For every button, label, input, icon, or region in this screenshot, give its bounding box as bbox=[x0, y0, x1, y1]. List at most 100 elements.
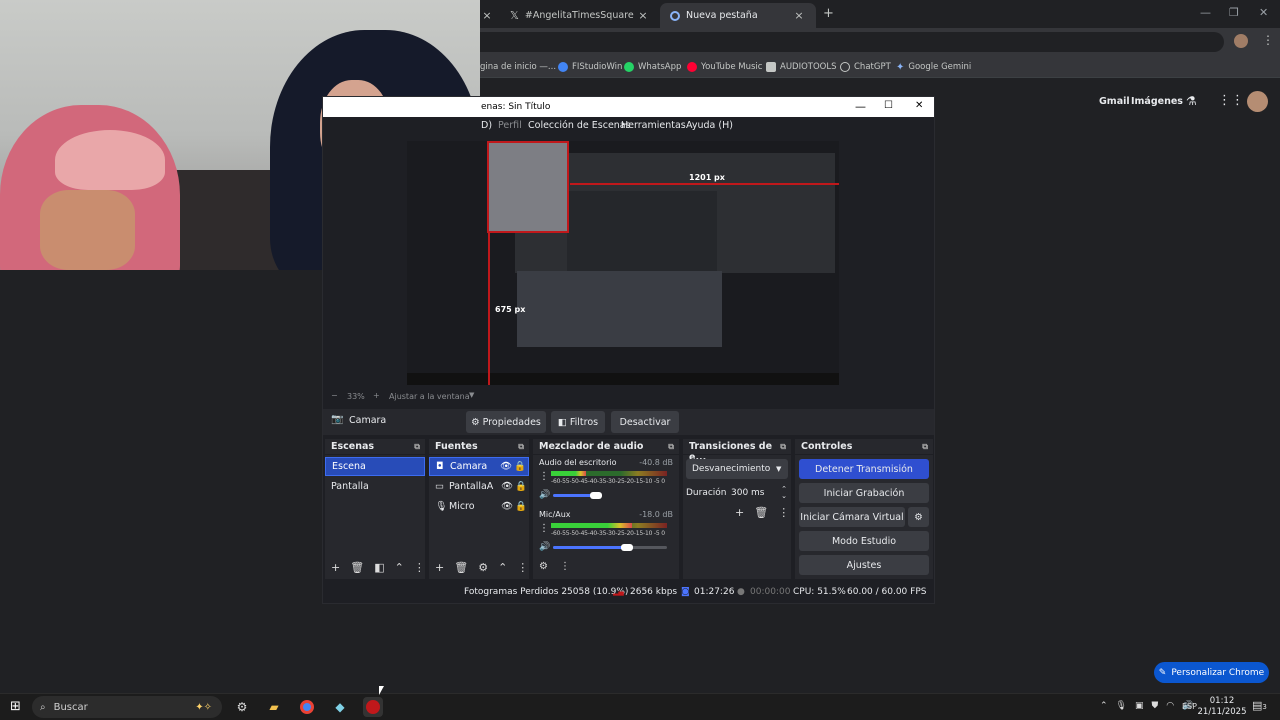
images-link[interactable]: Imágenes bbox=[1131, 96, 1183, 107]
preview-canvas[interactable]: 1201 px 675 px bbox=[407, 141, 839, 385]
notifications-icon[interactable]: ▤3 bbox=[1252, 699, 1267, 712]
trash-icon[interactable]: 🗑 bbox=[454, 561, 468, 574]
vpn-icon[interactable]: ⛊ bbox=[1152, 701, 1159, 711]
transition-select[interactable]: Desvanecimiento ▼ bbox=[686, 459, 788, 479]
add-icon[interactable]: + bbox=[435, 561, 444, 574]
bookmark-inicio[interactable]: gina de inicio —... bbox=[480, 60, 556, 74]
popout-icon[interactable]: ⧉ bbox=[780, 442, 786, 452]
windows-start-icon[interactable]: ⊞ bbox=[10, 699, 21, 714]
speaker-icon[interactable]: 🔊 bbox=[539, 490, 550, 500]
more-icon[interactable]: ⋮ bbox=[539, 471, 549, 482]
lock-icon[interactable]: 🔒 bbox=[515, 501, 529, 512]
obs-maximize-button[interactable]: ☐ bbox=[884, 100, 893, 111]
chevron-up-icon[interactable]: ⌃ bbox=[1100, 701, 1108, 711]
camera-source-thumb[interactable] bbox=[487, 141, 569, 233]
add-icon[interactable]: + bbox=[735, 506, 744, 519]
spinner-icon[interactable]: ⌃ ⌄ bbox=[781, 486, 787, 500]
tab-close-button[interactable]: × bbox=[480, 3, 494, 28]
microphone-icon[interactable]: 🎙 bbox=[1116, 701, 1127, 711]
wifi-icon[interactable]: ◠ bbox=[1166, 701, 1174, 711]
apps-grid-icon[interactable]: ⋮⋮ bbox=[1218, 93, 1244, 108]
popout-icon[interactable]: ⧉ bbox=[414, 442, 420, 452]
virtual-camera-settings-button[interactable]: ⚙ bbox=[908, 507, 929, 527]
chevron-up-icon[interactable]: ⌃ bbox=[498, 561, 507, 574]
settings-button[interactable]: Ajustes bbox=[799, 555, 929, 575]
bookmark-youtube-music[interactable]: YouTube Music bbox=[687, 60, 762, 74]
volume-slider-knob[interactable] bbox=[621, 544, 634, 551]
studio-mode-button[interactable]: Modo Estudio bbox=[799, 531, 929, 551]
zoom-in-button[interactable]: + bbox=[373, 391, 380, 400]
eye-icon[interactable]: 👁 bbox=[501, 481, 515, 492]
bookmark-whatsapp[interactable]: WhatsApp bbox=[624, 60, 681, 74]
bookmark-chatgpt[interactable]: ChatGPT bbox=[840, 60, 891, 74]
filters-button[interactable]: ◧ Filtros bbox=[551, 411, 605, 433]
speaker-icon[interactable]: 🔊 bbox=[539, 542, 550, 552]
more-icon[interactable]: ⋮ bbox=[517, 561, 528, 574]
fit-window-button[interactable]: Ajustar a la ventana bbox=[389, 392, 470, 401]
menu-item-herramientas[interactable]: Herramientas bbox=[621, 120, 686, 131]
menu-item-ayuda[interactable]: Ayuda (H) bbox=[686, 120, 733, 131]
taskbar-clock[interactable]: 01:12 21/11/2025 bbox=[1196, 696, 1248, 718]
minimize-button[interactable]: — bbox=[1200, 6, 1211, 19]
chevron-up-icon[interactable]: ⌃ bbox=[395, 561, 404, 574]
virtual-camera-button[interactable]: Iniciar Cámara Virtual bbox=[799, 507, 905, 527]
obs-app-icon[interactable] bbox=[363, 697, 383, 717]
menu-item-perfil[interactable]: Perfil bbox=[498, 120, 522, 131]
volume-slider-knob[interactable] bbox=[590, 492, 603, 499]
labs-icon[interactable]: ⚗ bbox=[1186, 94, 1197, 108]
menu-item-coleccion[interactable]: Colección de Escenas bbox=[528, 120, 631, 131]
start-recording-button[interactable]: Iniciar Grabación bbox=[799, 483, 929, 503]
more-icon[interactable]: ⋮ bbox=[539, 523, 549, 534]
new-tab-button[interactable]: + bbox=[823, 6, 834, 21]
close-icon[interactable]: × bbox=[636, 9, 650, 22]
advanced-audio-icon[interactable]: ⚙ bbox=[539, 561, 548, 572]
popout-icon[interactable]: ⧉ bbox=[518, 442, 524, 452]
duration-input[interactable]: 300 ms ⌃ ⌄ bbox=[727, 484, 787, 502]
stop-stream-button[interactable]: Detener Transmisión bbox=[799, 459, 929, 479]
more-icon[interactable]: ⋮ bbox=[778, 506, 789, 519]
chrome-app-icon[interactable] bbox=[297, 697, 317, 717]
obs-close-button[interactable]: ✕ bbox=[915, 100, 923, 111]
close-window-button[interactable]: ✕ bbox=[1259, 6, 1268, 19]
app-icon[interactable]: ◆ bbox=[330, 697, 350, 717]
deactivate-button[interactable]: Desactivar bbox=[611, 411, 679, 433]
bookmark-audiotools[interactable]: AUDIOTOOLS bbox=[766, 60, 836, 74]
account-avatar[interactable] bbox=[1247, 91, 1268, 112]
eye-icon[interactable]: 👁 bbox=[501, 501, 515, 512]
gmail-link[interactable]: Gmail bbox=[1099, 96, 1130, 107]
tab-angelita-search[interactable]: 𝕏 #AngelitaTimesSquare - Buscar × bbox=[500, 3, 660, 28]
eye-icon[interactable]: 👁 bbox=[500, 461, 514, 472]
popout-icon[interactable]: ⧉ bbox=[922, 442, 928, 452]
source-item-pantalla[interactable]: ▭ PantallaA 👁 🔒 bbox=[429, 477, 529, 496]
zoom-out-button[interactable]: − bbox=[331, 391, 338, 400]
source-item-micro[interactable]: 🎙 Micro 👁 🔒 bbox=[429, 497, 529, 516]
lock-icon[interactable]: 🔒 bbox=[515, 481, 529, 492]
tab-new-tab[interactable]: Nueva pestaña × bbox=[660, 3, 816, 28]
more-icon[interactable]: ⋮ bbox=[414, 561, 425, 574]
add-icon[interactable]: + bbox=[331, 561, 340, 574]
popout-icon[interactable]: ⧉ bbox=[668, 442, 674, 452]
chrome-menu-icon[interactable]: ⋮ bbox=[1262, 33, 1274, 47]
source-item-camara[interactable]: ◘ Camara 👁 🔒 bbox=[429, 457, 529, 476]
trash-icon[interactable]: 🗑 bbox=[754, 506, 768, 519]
profile-avatar[interactable] bbox=[1234, 34, 1248, 48]
bookmark-gemini[interactable]: ✦ Google Gemini bbox=[896, 60, 971, 74]
language-indicator[interactable]: ESP bbox=[1182, 702, 1197, 711]
settings-app-icon[interactable]: ⚙ bbox=[232, 697, 252, 717]
scene-item-escena[interactable]: Escena bbox=[325, 457, 425, 476]
lock-icon[interactable]: 🔒 bbox=[514, 461, 528, 472]
scene-item-pantalla[interactable]: Pantalla bbox=[325, 477, 425, 496]
personalize-chrome-button[interactable]: ✎ Personalizar Chrome bbox=[1154, 662, 1269, 683]
more-icon[interactable]: ⋮ bbox=[560, 561, 570, 572]
taskbar-search[interactable]: ⌕ Buscar ✦✧ bbox=[32, 696, 222, 718]
trash-icon[interactable]: 🗑 bbox=[350, 561, 364, 574]
camera-icon[interactable]: ▣ bbox=[1135, 701, 1144, 711]
close-icon[interactable]: × bbox=[792, 9, 806, 22]
bookmark-fistudio[interactable]: FIStudioWin bbox=[558, 60, 622, 74]
gear-icon[interactable]: ⚙ bbox=[478, 561, 488, 574]
file-explorer-icon[interactable]: ▰ bbox=[264, 697, 284, 717]
chevron-down-icon[interactable]: ▼ bbox=[469, 391, 474, 399]
obs-minimize-button[interactable]: — bbox=[855, 100, 866, 113]
menu-item-d[interactable]: D) bbox=[481, 120, 492, 131]
maximize-button[interactable]: ❐ bbox=[1229, 6, 1239, 19]
